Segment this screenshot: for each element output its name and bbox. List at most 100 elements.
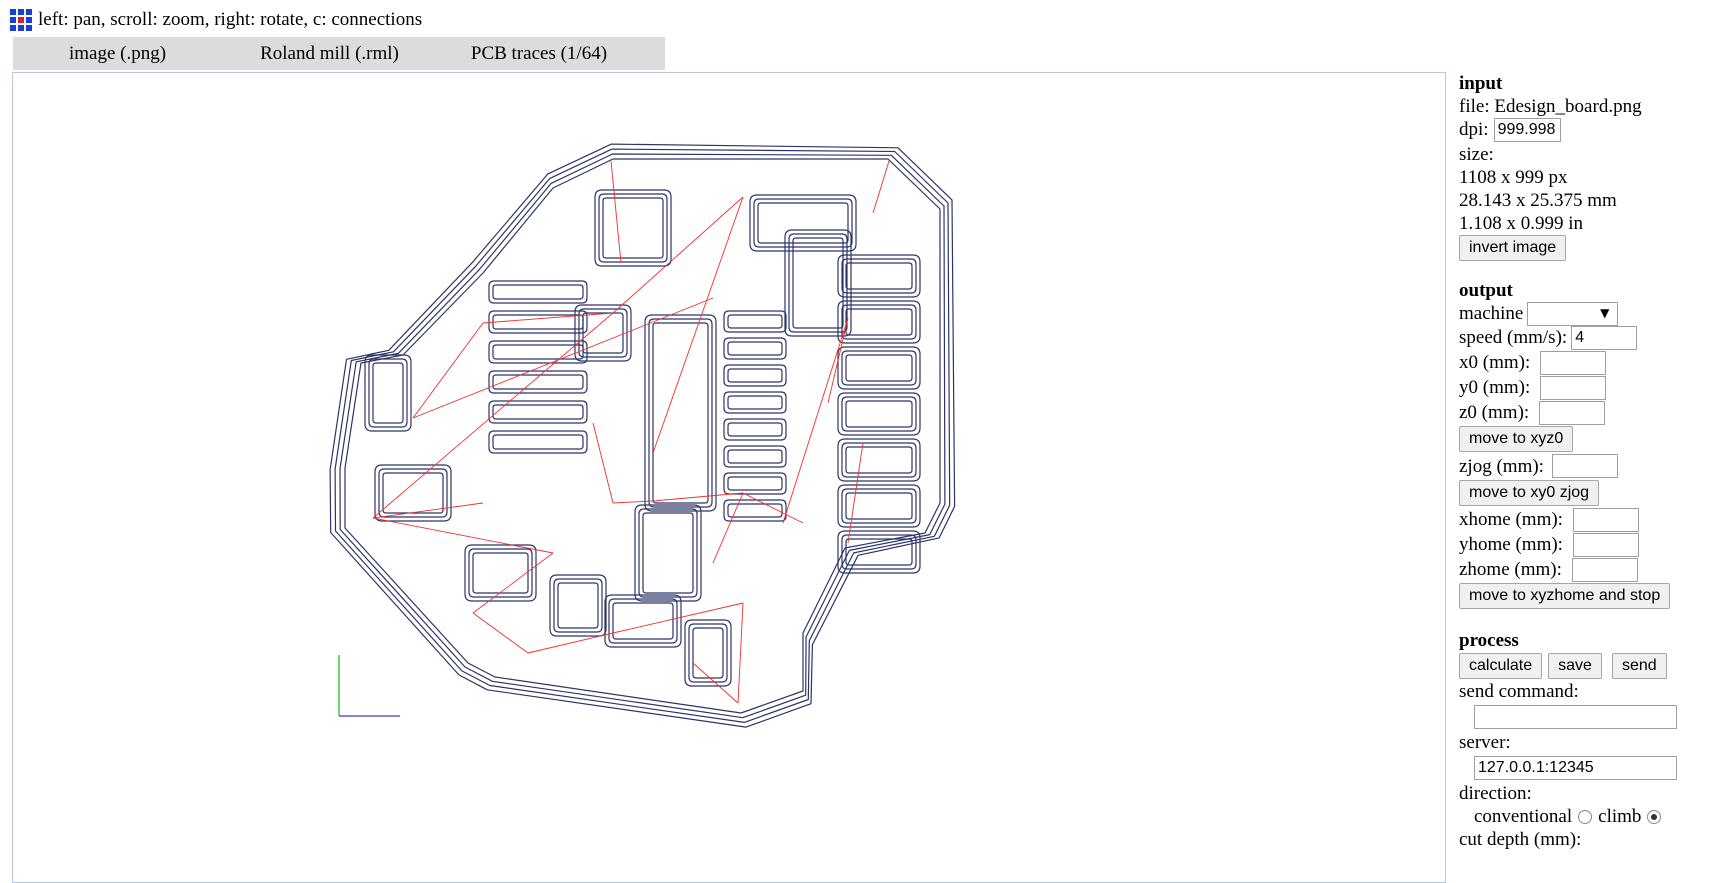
z0-label: z0 (mm): [1459,402,1530,423]
pad-trace [644,314,717,512]
pad-trace [372,362,404,424]
zhome-input[interactable] [1571,557,1638,582]
pad-trace [837,300,921,344]
send-button[interactable]: send [1611,653,1667,679]
pad-trace [723,310,787,333]
pad-trace [753,198,853,248]
board-outline-trace [339,153,946,719]
yhome-input[interactable] [1572,532,1639,557]
pad-trace [492,404,584,420]
connection-line [592,422,614,504]
pad-trace [634,504,702,602]
pad-trace [378,468,448,518]
x0-input[interactable] [1540,350,1607,375]
move-to-xy0-zjog-button[interactable]: move to xy0 zjog [1459,480,1600,506]
direction-label: direction: [1459,783,1532,804]
pad-trace [727,395,783,410]
speed-input[interactable] [1571,325,1638,350]
z0-input[interactable] [1539,400,1606,425]
connection-line [737,602,744,704]
pad-trace [468,548,533,598]
pad-trace [845,354,913,382]
pad-trace [692,627,724,679]
pad-trace [557,582,599,629]
pad-trace [837,254,921,298]
toolpath-viewer[interactable] [12,72,1446,883]
output-heading: output [1459,280,1513,301]
pad-trace [368,358,408,428]
dpi-input[interactable] [1493,117,1561,142]
pad-trace [578,308,628,358]
connection-line [472,552,554,614]
pad-trace [723,337,787,360]
pad-trace [488,400,588,424]
move-to-xyz0-button[interactable]: move to xyz0 [1459,426,1574,452]
server-input[interactable] [1474,756,1677,780]
connection-line [612,602,744,634]
calculate-button[interactable]: calculate [1459,653,1543,679]
pad-trace [757,202,849,244]
top-hint-bar: left: pan, scroll: zoom, right: rotate, … [10,8,422,32]
connection-line [372,517,554,554]
pad-trace [688,623,728,683]
pad-trace [492,314,584,330]
pad-trace [845,262,913,290]
pad-trace [553,578,603,633]
machine-select[interactable]: ▼ [1527,301,1619,326]
pad-trace [488,340,588,364]
send-command-input[interactable] [1474,705,1677,729]
climb-radio[interactable] [1647,809,1662,824]
pad-trace [845,308,913,336]
connection-line [412,297,714,419]
module-pcb-traces[interactable]: PCB traces (1/64) [471,43,607,65]
y0-input[interactable] [1540,375,1607,400]
pad-trace [845,400,913,428]
chevron-down-icon: ▼ [1600,306,1610,320]
toolpath-canvas[interactable] [13,73,1445,882]
pad-trace [841,304,917,340]
pad-trace [727,503,783,518]
file-name: file: Edesign_board.png [1459,96,1642,117]
zjog-label: zjog (mm): [1459,455,1544,477]
x0-label: x0 (mm): [1459,352,1531,373]
cut-depth-label: cut depth (mm): [1459,829,1582,850]
board-outline-trace [334,148,951,723]
pad-trace [602,197,664,259]
invert-image-button[interactable]: invert image [1459,235,1567,261]
xhome-label: xhome (mm): [1459,509,1563,530]
pad-trace [723,499,787,522]
module-bar: image (.png) Roland mill (.rml) PCB trac… [13,37,665,70]
module-roland-mill[interactable]: Roland mill (.rml) [260,43,399,65]
xhome-input[interactable] [1572,507,1639,532]
pad-trace [723,418,787,441]
y0-label: y0 (mm): [1459,377,1531,398]
pad-trace [837,438,921,482]
speed-label: speed (mm/s): [1459,327,1568,348]
send-command-label: send command: [1459,681,1579,702]
climb-label: climb [1598,806,1642,827]
connection-line [612,500,654,504]
connection-line [372,502,484,519]
pad-trace [837,484,921,528]
pad-trace [727,476,783,491]
dpi-label: dpi: [1459,119,1489,140]
machine-label: machine [1459,303,1524,324]
navigation-hint: left: pan, scroll: zoom, right: rotate, … [38,9,423,30]
zjog-input[interactable] [1551,454,1618,478]
size-px: 1108 x 999 px [1459,167,1568,188]
pad-trace [841,258,917,294]
pad-trace [594,189,672,267]
yhome-label: yhome (mm): [1459,534,1563,555]
move-to-xyzhome-button[interactable]: move to xyzhome and stop [1459,583,1671,609]
pad-trace [492,344,584,360]
pad-trace [845,446,913,474]
pad-trace [598,193,668,263]
pad-trace [727,314,783,329]
module-image-png[interactable]: image (.png) [69,43,166,65]
connection-line [712,492,744,564]
pad-trace [472,552,529,594]
conventional-radio[interactable] [1578,809,1593,824]
pad-trace [364,354,412,432]
save-button[interactable]: save [1548,653,1602,679]
connection-line [610,160,622,264]
